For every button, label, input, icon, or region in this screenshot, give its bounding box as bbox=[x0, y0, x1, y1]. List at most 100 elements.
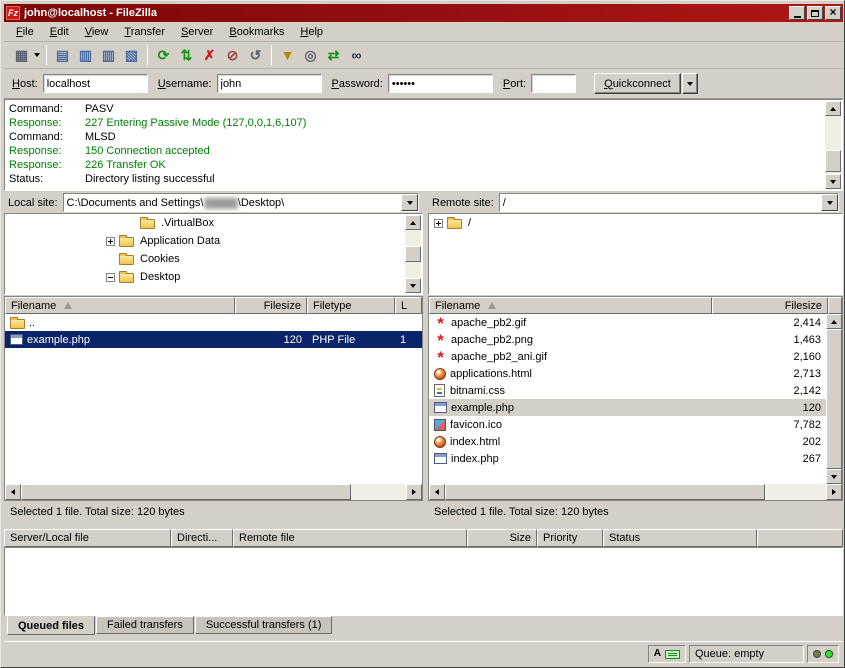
scroll-down-button[interactable] bbox=[826, 469, 842, 484]
titlebar[interactable]: Fz john@localhost - FileZilla bbox=[4, 4, 843, 22]
scroll-left-button[interactable] bbox=[429, 484, 445, 500]
site-manager-button[interactable]: ▦ bbox=[10, 44, 33, 66]
scroll-left-button[interactable] bbox=[5, 484, 21, 500]
expand-plus-icon[interactable] bbox=[106, 237, 115, 246]
column-header-filesize[interactable]: Filesize bbox=[235, 297, 307, 314]
menu-server[interactable]: Server bbox=[173, 24, 221, 40]
filter-button[interactable]: ▼ bbox=[276, 44, 299, 66]
scrollbar-track[interactable] bbox=[826, 329, 842, 469]
maximize-button[interactable] bbox=[807, 6, 823, 20]
menu-view[interactable]: View bbox=[77, 24, 117, 40]
scrollbar-track[interactable] bbox=[405, 230, 421, 278]
host-input[interactable] bbox=[43, 74, 148, 93]
site-manager-dropdown-button[interactable] bbox=[31, 44, 42, 66]
menu-file[interactable]: File bbox=[8, 24, 42, 40]
expand-plus-icon[interactable] bbox=[434, 219, 443, 228]
tab-successful-transfers[interactable]: Successful transfers (1) bbox=[195, 616, 333, 634]
remote-list-scrollbar[interactable] bbox=[826, 314, 842, 484]
remote-list-body[interactable]: apache_pb2.gif 2,414 apache_pb2.png 1,46… bbox=[429, 314, 842, 484]
menu-transfer[interactable]: Transfer bbox=[116, 24, 173, 40]
minimize-button[interactable] bbox=[789, 6, 805, 20]
file-row-selected[interactable]: example.php 120 bbox=[429, 399, 826, 416]
menu-bookmarks[interactable]: Bookmarks bbox=[221, 24, 292, 40]
scrollbar-thumb[interactable] bbox=[445, 484, 765, 500]
file-row[interactable]: apache_pb2_ani.gif 2,160 bbox=[429, 348, 826, 365]
column-header-filename[interactable]: Filename bbox=[5, 297, 235, 314]
file-row-selected[interactable]: example.php 120 PHP File 1 bbox=[5, 331, 422, 348]
file-row[interactable]: index.html 202 bbox=[429, 433, 826, 450]
refresh-button[interactable]: ⟳ bbox=[152, 44, 175, 66]
username-input[interactable] bbox=[217, 74, 322, 93]
tree-item-virtualbox[interactable]: .VirtualBox bbox=[5, 214, 422, 232]
toggle-local-tree-button[interactable]: ▥ bbox=[74, 44, 97, 66]
column-header-priority[interactable]: Priority bbox=[537, 529, 603, 547]
scrollbar-thumb[interactable] bbox=[21, 484, 351, 500]
search-files-button[interactable]: ∞ bbox=[345, 44, 368, 66]
scrollbar-track[interactable] bbox=[445, 484, 826, 500]
scrollbar-track[interactable] bbox=[825, 116, 841, 174]
toggle-message-log-button[interactable]: ▤ bbox=[51, 44, 74, 66]
port-input[interactable] bbox=[531, 74, 576, 93]
scroll-right-button[interactable] bbox=[406, 484, 422, 500]
file-row[interactable]: bitnami.css 2,142 bbox=[429, 382, 826, 399]
scroll-up-button[interactable] bbox=[825, 101, 841, 116]
remote-site-combobox[interactable]: / bbox=[499, 193, 839, 212]
tab-queued-files[interactable]: Queued files bbox=[7, 616, 95, 635]
toggle-queue-button[interactable]: ▧ bbox=[120, 44, 143, 66]
toggle-remote-tree-button[interactable]: ▥ bbox=[97, 44, 120, 66]
disconnect-button[interactable]: ⊘ bbox=[221, 44, 244, 66]
tree-item-application-data[interactable]: Application Data bbox=[5, 232, 422, 250]
speed-limit-icon[interactable] bbox=[665, 650, 680, 659]
file-row[interactable]: favicon.ico 7,782 bbox=[429, 416, 826, 433]
column-header-size[interactable]: Size bbox=[467, 529, 537, 547]
quickconnect-dropdown-button[interactable] bbox=[682, 73, 698, 94]
file-row[interactable]: index.php 267 bbox=[429, 450, 826, 467]
tree-item-root[interactable]: / bbox=[429, 214, 842, 232]
local-site-combobox[interactable]: C:\Documents and Settings\██████\Desktop… bbox=[63, 193, 419, 212]
local-tree-scrollbar[interactable] bbox=[405, 215, 421, 293]
column-header-lastmodified[interactable]: L bbox=[395, 297, 422, 314]
queue-body[interactable] bbox=[4, 547, 843, 616]
column-header-filesize[interactable]: Filesize bbox=[712, 297, 828, 314]
scrollbar-track[interactable] bbox=[21, 484, 406, 500]
file-row[interactable]: apache_pb2.gif 2,414 bbox=[429, 314, 826, 331]
reconnect-button[interactable]: ↺ bbox=[244, 44, 267, 66]
remote-list-hscrollbar[interactable] bbox=[429, 484, 842, 500]
scroll-down-button[interactable] bbox=[825, 174, 841, 189]
tree-item-cookies[interactable]: Cookies bbox=[5, 250, 422, 268]
sync-browsing-button[interactable]: ⇄ bbox=[322, 44, 345, 66]
column-header-remote-file[interactable]: Remote file bbox=[233, 529, 467, 547]
tab-failed-transfers[interactable]: Failed transfers bbox=[96, 616, 194, 634]
scroll-up-button[interactable] bbox=[826, 314, 842, 329]
local-site-dropdown-button[interactable] bbox=[401, 194, 418, 211]
local-list-hscrollbar[interactable] bbox=[5, 484, 422, 500]
scroll-up-button[interactable] bbox=[405, 215, 421, 230]
column-header-filetype[interactable]: Filetype bbox=[307, 297, 395, 314]
scrollbar-thumb[interactable] bbox=[825, 150, 841, 172]
column-header-server-local-file[interactable]: Server/Local file bbox=[4, 529, 171, 547]
scrollbar-thumb[interactable] bbox=[826, 329, 842, 469]
local-list-body[interactable]: .. example.php 120 PHP File 1 bbox=[5, 314, 422, 484]
cancel-operation-button[interactable]: ✗ bbox=[198, 44, 221, 66]
file-row-parent-dir[interactable]: .. bbox=[5, 314, 422, 331]
scrollbar-thumb[interactable] bbox=[405, 246, 421, 262]
file-row[interactable]: apache_pb2.png 1,463 bbox=[429, 331, 826, 348]
menu-edit[interactable]: Edit bbox=[42, 24, 77, 40]
quickconnect-button[interactable]: Quickconnect bbox=[594, 73, 681, 94]
scroll-down-button[interactable] bbox=[405, 278, 421, 293]
file-row[interactable]: applications.html 2,713 bbox=[429, 365, 826, 382]
column-header-direction[interactable]: Directi... bbox=[171, 529, 233, 547]
menu-help[interactable]: Help bbox=[292, 24, 331, 40]
password-input[interactable] bbox=[388, 74, 493, 93]
scroll-right-button[interactable] bbox=[826, 484, 842, 500]
remote-site-dropdown-button[interactable] bbox=[821, 194, 838, 211]
compare-button[interactable]: ◎ bbox=[299, 44, 322, 66]
close-button[interactable] bbox=[825, 6, 841, 20]
tree-item-desktop[interactable]: Desktop bbox=[5, 268, 422, 286]
column-header-status[interactable]: Status bbox=[603, 529, 757, 547]
collapse-minus-icon[interactable] bbox=[106, 273, 115, 282]
log-scrollbar[interactable] bbox=[825, 101, 841, 189]
column-header-filename[interactable]: Filename bbox=[429, 297, 712, 314]
process-queue-button[interactable]: ⇅ bbox=[175, 44, 198, 66]
activity-led-send bbox=[825, 650, 833, 658]
